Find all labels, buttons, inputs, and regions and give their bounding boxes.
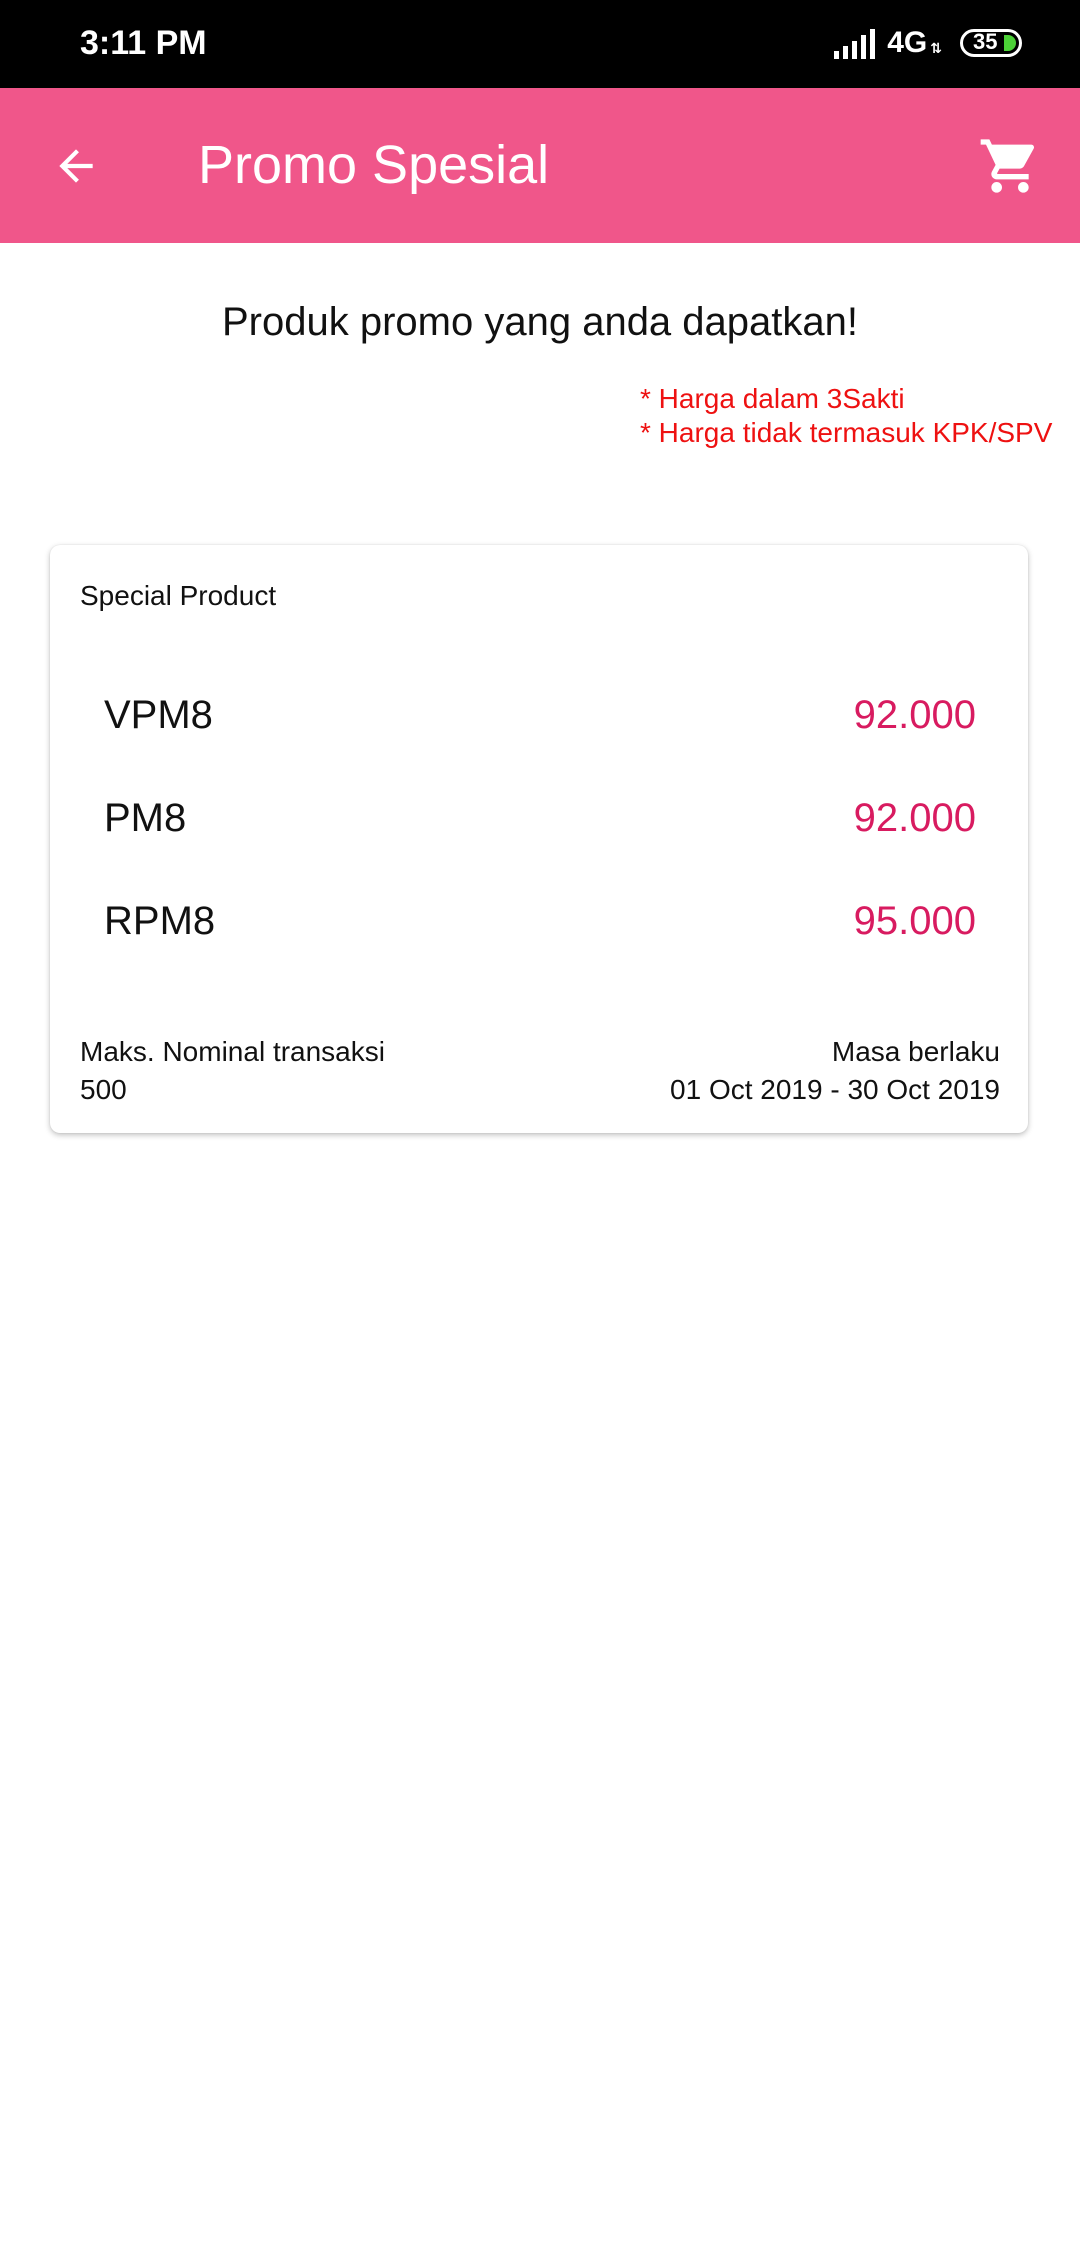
shopping-cart-icon — [980, 139, 1035, 193]
product-price: 92.000 — [853, 796, 976, 840]
price-note: * Harga tidak termasuk KPK/SPV — [640, 417, 1053, 448]
product-name: PM8 — [104, 796, 187, 840]
status-bar: 3:11 PM 4G ⇅ 35 — [0, 0, 1080, 88]
max-transaction-value: 500 — [80, 1074, 127, 1105]
cart-button[interactable] — [970, 126, 1050, 206]
network-type: 4G — [887, 26, 928, 59]
validity-value: 01 Oct 2019 - 30 Oct 2019 — [670, 1074, 1000, 1105]
promo-headline: Produk promo yang anda dapatkan! — [222, 300, 858, 344]
product-row: RPM8 95.000 — [104, 899, 976, 944]
status-time: 3:11 PM — [80, 24, 207, 62]
card-title: Special Product — [80, 580, 277, 611]
promo-card[interactable]: Special Product VPM8 92.000 PM8 92.000 R… — [50, 545, 1028, 1133]
app-bar: Promo Spesial — [0, 88, 1080, 243]
battery-level: 35 — [973, 29, 998, 54]
back-button[interactable] — [40, 130, 112, 202]
data-activity-icon: ⇅ — [930, 40, 942, 56]
arrow-back-icon — [59, 149, 93, 183]
page-title: Promo Spesial — [198, 135, 550, 195]
product-row: VPM8 92.000 — [104, 693, 976, 738]
status-indicators: 4G ⇅ 35 — [834, 26, 1022, 60]
product-price: 92.000 — [853, 693, 976, 737]
max-transaction: Maks. Nominal transaksi 500 — [80, 1033, 385, 1109]
validity-label: Masa berlaku — [831, 1036, 1000, 1067]
validity-period: Masa berlaku 01 Oct 2019 - 30 Oct 2019 — [670, 1033, 1000, 1109]
product-name: RPM8 — [104, 899, 216, 943]
price-notes: * Harga dalam 3Sakti * Harga tidak terma… — [640, 382, 1052, 450]
battery-icon: 35 — [960, 29, 1022, 57]
max-transaction-label: Maks. Nominal transaksi — [80, 1036, 385, 1067]
product-price: 95.000 — [853, 899, 976, 943]
network-indicator: 4G ⇅ — [887, 26, 942, 60]
price-note: * Harga dalam 3Sakti — [640, 383, 905, 414]
product-name: VPM8 — [104, 693, 213, 737]
product-row: PM8 92.000 — [104, 796, 976, 841]
signal-icon — [834, 27, 876, 59]
